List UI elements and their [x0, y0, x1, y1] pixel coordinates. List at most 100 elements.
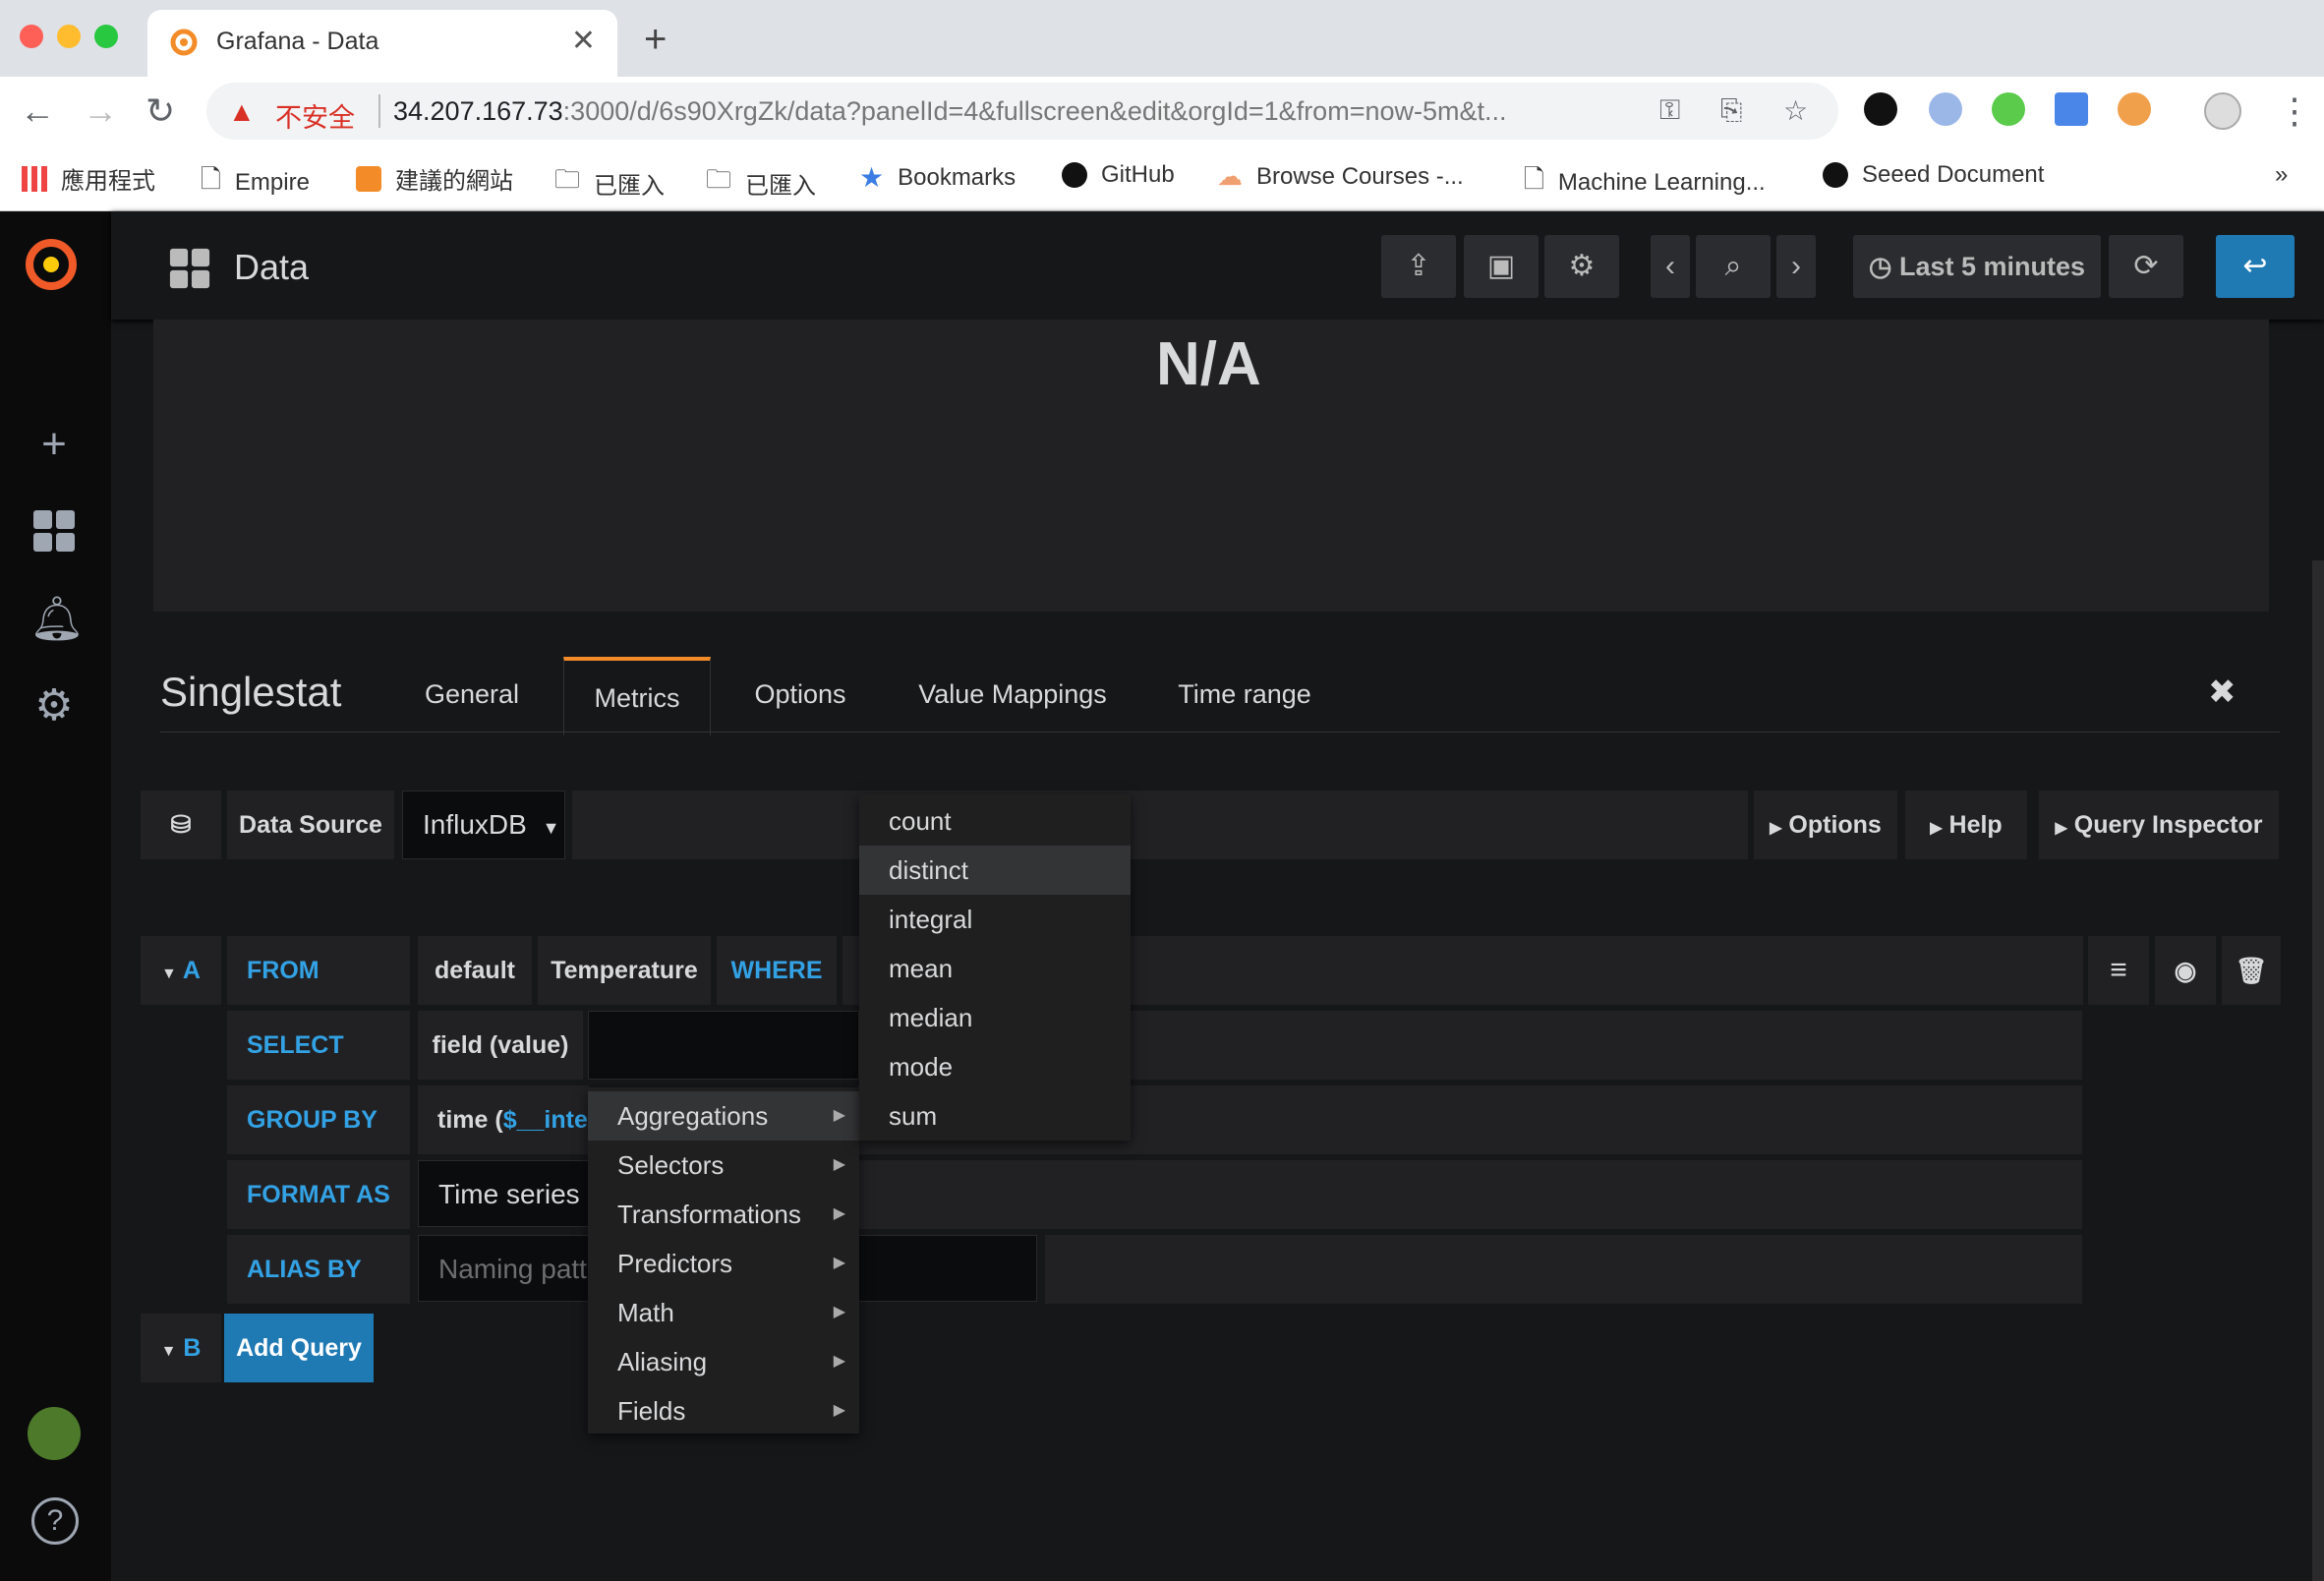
query-a-toggle[interactable]: ▼ A	[141, 936, 221, 1005]
add-query-button[interactable]: Add Query	[224, 1314, 374, 1382]
bookmark-label: Seeed Document	[1862, 161, 2045, 188]
menu-item-math[interactable]: Math ▶	[588, 1288, 859, 1337]
menu-item-fields[interactable]: Fields ▶	[588, 1386, 859, 1435]
grafana-logo-icon[interactable]	[20, 233, 83, 296]
menu-item-distinct[interactable]: distinct	[859, 846, 1131, 895]
star-icon[interactable]: ☆	[1783, 94, 1808, 127]
reload-icon[interactable]: ↻	[145, 90, 175, 132]
query-inspector-toggle[interactable]: ▶ Query Inspector	[2039, 790, 2279, 859]
close-editor-icon[interactable]: ✖	[2208, 673, 2237, 712]
bookmark-github[interactable]: GitHub	[1062, 161, 1175, 189]
extension-1-icon[interactable]	[1864, 92, 1897, 126]
bookmark-empire[interactable]: 🗋 Empire	[201, 161, 310, 205]
query-menu-button[interactable]: ≡	[2088, 936, 2149, 1005]
query-b-toggle[interactable]: ▼ B	[141, 1314, 221, 1382]
return-arrow-icon: ↩	[2242, 250, 2268, 282]
back-to-dashboard-button[interactable]: ↩	[2216, 235, 2295, 298]
save-button[interactable]: ▣	[1464, 235, 1539, 298]
menu-item-mode[interactable]: mode	[859, 1042, 1131, 1091]
new-tab-icon[interactable]: +	[644, 18, 667, 62]
bookmark-courses[interactable]: ☁ Browse Courses -...	[1217, 161, 1464, 192]
metamask-icon[interactable]	[2118, 92, 2151, 126]
browser-menu-icon[interactable]: ⋮	[2277, 90, 2312, 132]
dashboards-icon[interactable]	[29, 508, 79, 557]
menu-item-aliasing[interactable]: Aliasing ▶	[588, 1337, 859, 1386]
dashboard-navbar: Data ⇪ ▣ ⚙ ‹ ⌕ › ◷ Last 5 minutes ⟳ ↩	[111, 211, 2324, 320]
settings-button[interactable]: ⚙	[1544, 235, 1619, 298]
forward-icon[interactable]: →	[83, 90, 118, 132]
page-scrollbar[interactable]	[2312, 560, 2324, 1581]
menu-item-selectors[interactable]: Selectors ▶	[588, 1141, 859, 1190]
group-by-time-prefix: time (	[437, 1106, 503, 1134]
minimize-window-button[interactable]	[57, 25, 81, 48]
bookmark-label: 應用程式	[61, 168, 155, 195]
measurement-segment[interactable]: Temperature	[538, 936, 711, 1005]
menu-item-mean[interactable]: mean	[859, 944, 1131, 993]
data-source-value: InfluxDB	[423, 809, 527, 840]
translate-icon[interactable]: ⎘	[1720, 94, 1742, 127]
format-row-filler	[857, 1160, 2082, 1229]
format-as-select[interactable]: Time series	[418, 1160, 595, 1227]
extension-2-icon[interactable]	[1929, 92, 1962, 126]
bookmark-ml[interactable]: 🗋 Machine Learning...	[1524, 161, 1766, 205]
zoom-out-button[interactable]: ⌕	[1696, 235, 1771, 298]
time-picker-button[interactable]: ◷ Last 5 minutes	[1853, 235, 2101, 298]
tab-options[interactable]: Options	[731, 657, 869, 732]
select-function-input[interactable]	[588, 1011, 859, 1080]
time-forward-button[interactable]: ›	[1776, 235, 1816, 298]
bookmarks-bar: 應用程式 🗋 Empire 建議的網站 🗀 已匯入 🗀 已匯入 ★ Bookma…	[0, 147, 2324, 211]
menu-item-integral[interactable]: integral	[859, 895, 1131, 944]
retention-policy-segment[interactable]: default	[418, 936, 532, 1005]
singlestat-panel: N/A	[153, 320, 2269, 612]
tab-value-mappings[interactable]: Value Mappings	[897, 657, 1129, 732]
profile-avatar-icon[interactable]	[2204, 92, 2241, 130]
tab-time-range[interactable]: Time range	[1164, 657, 1325, 732]
user-avatar[interactable]	[28, 1407, 81, 1460]
close-window-button[interactable]	[20, 25, 43, 48]
menu-item-median[interactable]: median	[859, 993, 1131, 1042]
bookmark-label: Empire	[234, 169, 310, 196]
menu-item-count[interactable]: count	[859, 796, 1131, 846]
options-toggle[interactable]: ▶ Options	[1754, 790, 1897, 859]
close-tab-icon[interactable]: ✕	[571, 24, 596, 58]
share-button[interactable]: ⇪	[1381, 235, 1456, 298]
data-source-select[interactable]: InfluxDB ▼	[402, 790, 565, 859]
group-by-time-segment[interactable]: time ($__inter	[418, 1085, 589, 1154]
toggle-query-visibility-button[interactable]: ◉	[2155, 936, 2216, 1005]
refresh-button[interactable]: ⟳	[2109, 235, 2183, 298]
help-toggle[interactable]: ▶ Help	[1905, 790, 2027, 859]
time-back-button[interactable]: ‹	[1651, 235, 1690, 298]
address-bar[interactable]: ▲ 不安全 34.207.167.73:3000/d/6s90XrgZk/dat…	[206, 83, 1838, 140]
bookmark-bookmarks[interactable]: ★ Bookmarks	[859, 161, 1016, 194]
configuration-gear-icon[interactable]: ⚙	[29, 681, 79, 731]
menu-item-aggregations[interactable]: Aggregations ▶	[588, 1091, 859, 1141]
alerting-bell-icon[interactable]: 🔔︎	[29, 595, 85, 644]
menu-item-sum[interactable]: sum	[859, 1091, 1131, 1141]
extension-3-icon[interactable]	[1992, 92, 2025, 126]
browser-tab[interactable]: Grafana - Data ✕	[147, 10, 617, 77]
dashboard-title[interactable]: Data	[234, 247, 309, 288]
more-bookmarks-icon[interactable]: »	[2275, 161, 2288, 189]
where-keyword[interactable]: WHERE	[717, 936, 837, 1005]
bookmark-seeed[interactable]: Seeed Document	[1823, 161, 2044, 189]
bookmark-apps[interactable]: 應用程式	[22, 161, 155, 196]
select-field-segment[interactable]: field (value)	[418, 1011, 583, 1080]
bookmark-suggested[interactable]: 建議的網站	[356, 161, 513, 196]
delete-query-button[interactable]: 🗑︎	[2222, 936, 2281, 1005]
bookmark-label: 已匯入	[594, 172, 666, 200]
menu-item-predictors[interactable]: Predictors ▶	[588, 1239, 859, 1288]
google-translate-icon[interactable]	[2055, 92, 2088, 126]
tab-general[interactable]: General	[403, 657, 541, 732]
save-icon: ▣	[1486, 250, 1516, 282]
maximize-window-button[interactable]	[94, 25, 118, 48]
bookmark-imported-2[interactable]: 🗀 已匯入	[706, 161, 816, 205]
back-icon[interactable]: ←	[20, 90, 55, 132]
bookmark-imported-1[interactable]: 🗀 已匯入	[554, 161, 665, 205]
menu-item-transformations[interactable]: Transformations ▶	[588, 1190, 859, 1239]
create-icon[interactable]: +	[29, 420, 79, 469]
help-icon[interactable]: ?	[31, 1497, 79, 1545]
warning-icon: ▲	[228, 96, 256, 127]
star-filled-icon: ★	[859, 162, 885, 193]
key-icon[interactable]: ⚿	[1659, 94, 1680, 127]
tab-metrics[interactable]: Metrics	[563, 657, 711, 735]
